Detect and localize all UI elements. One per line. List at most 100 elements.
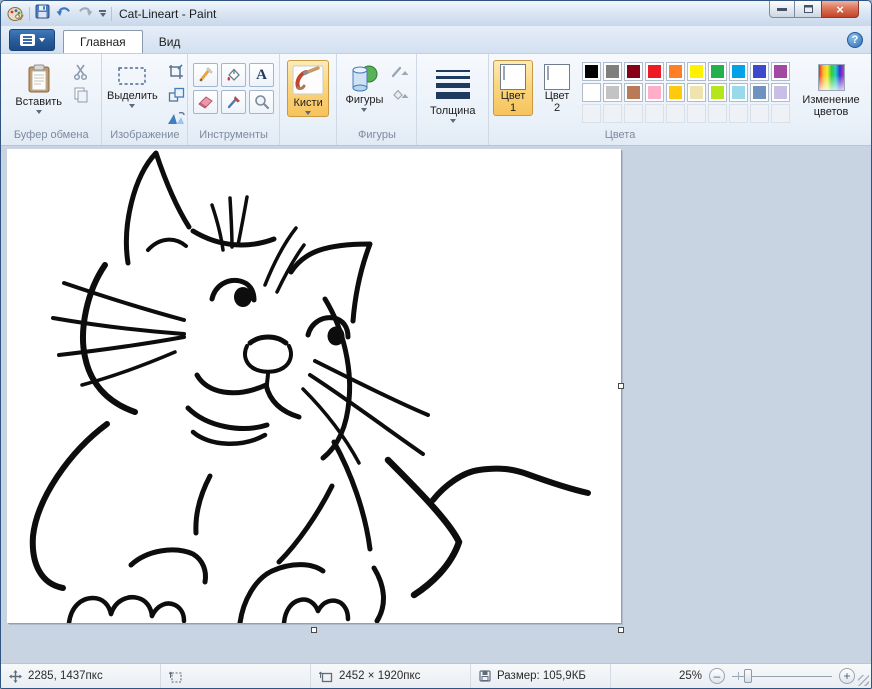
palette-swatch-empty[interactable] bbox=[666, 104, 685, 123]
text-tool[interactable]: A bbox=[249, 63, 274, 87]
chevron-down-icon bbox=[450, 119, 456, 123]
palette-swatch[interactable] bbox=[666, 62, 685, 81]
group-brushes: Кисти bbox=[280, 54, 338, 145]
palette-swatch-empty[interactable] bbox=[750, 104, 769, 123]
drawing-canvas[interactable] bbox=[7, 149, 621, 623]
shapes-button[interactable]: Фигуры bbox=[341, 60, 389, 114]
group-label: Буфер обмена bbox=[1, 128, 101, 145]
palette-swatch[interactable] bbox=[603, 62, 622, 81]
group-label: Инструменты bbox=[188, 128, 278, 145]
group-colors: Цвет1 Цвет2 Изменение цветов Цвета bbox=[489, 54, 871, 145]
resize-handle-right[interactable] bbox=[618, 383, 624, 389]
resize-button[interactable] bbox=[166, 85, 188, 105]
palette-swatch-empty[interactable] bbox=[645, 104, 664, 123]
palette-swatch[interactable] bbox=[666, 83, 685, 102]
palette-swatch-empty[interactable] bbox=[687, 104, 706, 123]
palette-swatch[interactable] bbox=[624, 83, 643, 102]
shape-outline-button[interactable] bbox=[391, 62, 413, 82]
palette-swatch[interactable] bbox=[624, 62, 643, 81]
copy-button[interactable] bbox=[70, 85, 92, 105]
palette-swatch-empty[interactable] bbox=[603, 104, 622, 123]
paint-menu-button[interactable] bbox=[9, 29, 55, 51]
palette-swatch-empty[interactable] bbox=[729, 104, 748, 123]
divider bbox=[111, 7, 112, 21]
palette-swatch[interactable] bbox=[729, 83, 748, 102]
magnifier-tool[interactable] bbox=[249, 90, 274, 114]
fill-tool[interactable] bbox=[221, 63, 246, 87]
redo-button[interactable] bbox=[77, 5, 94, 23]
zoom-segment: 25% – + bbox=[671, 664, 871, 688]
cut-button[interactable] bbox=[70, 62, 92, 82]
group-label bbox=[280, 128, 337, 145]
selection-size-segment bbox=[161, 664, 311, 688]
select-button[interactable]: Выделить bbox=[102, 60, 163, 110]
select-icon bbox=[117, 64, 147, 88]
paste-button[interactable]: Вставить bbox=[10, 60, 67, 116]
clipboard-icon bbox=[26, 64, 52, 94]
rotate-button[interactable] bbox=[166, 108, 188, 128]
chevron-down-icon bbox=[36, 110, 42, 114]
cursor-position-icon bbox=[9, 670, 22, 683]
restore-button[interactable] bbox=[795, 1, 821, 18]
size-button[interactable]: Толщина bbox=[425, 60, 481, 125]
customize-qat-dropdown[interactable] bbox=[99, 10, 106, 17]
status-bar: 2285, 1437пкс 2452 × 1920пкс Размер: 105… bbox=[1, 663, 871, 688]
cursor-position-segment: 2285, 1437пкс bbox=[1, 664, 161, 688]
undo-button[interactable] bbox=[55, 5, 72, 23]
color2-button[interactable]: Цвет2 bbox=[537, 60, 577, 116]
resize-grip[interactable] bbox=[858, 675, 869, 686]
cursor-position-value: 2285, 1437пкс bbox=[28, 670, 103, 682]
tab-home[interactable]: Главная bbox=[63, 30, 143, 53]
save-button[interactable] bbox=[35, 4, 50, 24]
palette-swatch[interactable] bbox=[729, 62, 748, 81]
zoom-slider-thumb[interactable] bbox=[744, 669, 752, 683]
palette-swatch[interactable] bbox=[687, 83, 706, 102]
palette-swatch[interactable] bbox=[708, 62, 727, 81]
eraser-tool[interactable] bbox=[193, 90, 218, 114]
palette-swatch[interactable] bbox=[750, 83, 769, 102]
zoom-slider[interactable] bbox=[732, 669, 832, 683]
quick-access-toolbar bbox=[7, 4, 112, 24]
file-size-icon bbox=[479, 670, 491, 682]
chevron-down-icon bbox=[305, 111, 311, 115]
resize-handle-corner[interactable] bbox=[618, 627, 624, 633]
selection-size-icon bbox=[169, 670, 183, 683]
palette-swatch-empty[interactable] bbox=[771, 104, 790, 123]
canvas-size-icon bbox=[319, 670, 333, 683]
brushes-button[interactable]: Кисти bbox=[287, 60, 329, 117]
palette-swatch[interactable] bbox=[645, 83, 664, 102]
palette-swatch-empty[interactable] bbox=[624, 104, 643, 123]
palette-swatch[interactable] bbox=[687, 62, 706, 81]
palette-swatch[interactable] bbox=[708, 83, 727, 102]
color-picker-tool[interactable] bbox=[221, 90, 246, 114]
palette-swatch[interactable] bbox=[582, 62, 601, 81]
edit-colors-button[interactable]: Изменение цветов bbox=[795, 60, 867, 120]
close-button[interactable]: × bbox=[821, 1, 859, 18]
paint-app-icon[interactable] bbox=[7, 6, 24, 22]
palette-swatch[interactable] bbox=[603, 83, 622, 102]
zoom-out-button[interactable]: – bbox=[709, 668, 725, 684]
palette-swatch-empty[interactable] bbox=[708, 104, 727, 123]
zoom-in-button[interactable]: + bbox=[839, 668, 855, 684]
color1-button[interactable]: Цвет1 bbox=[493, 60, 533, 116]
shape-fill-button[interactable] bbox=[391, 85, 413, 105]
palette-swatch[interactable] bbox=[645, 62, 664, 81]
palette-swatch[interactable] bbox=[750, 62, 769, 81]
zoom-value: 25% bbox=[679, 670, 702, 682]
slider-tick bbox=[738, 672, 739, 680]
tab-view[interactable]: Вид bbox=[143, 30, 197, 53]
color2-swatch bbox=[547, 66, 549, 80]
minimize-button[interactable] bbox=[769, 1, 795, 18]
pencil-tool[interactable] bbox=[193, 63, 218, 87]
canvas-size-value: 2452 × 1920пкс bbox=[339, 670, 420, 682]
group-label bbox=[417, 128, 488, 145]
palette-swatch[interactable] bbox=[771, 83, 790, 102]
help-icon[interactable]: ? bbox=[847, 32, 863, 48]
shapes-icon bbox=[349, 64, 379, 92]
palette-swatch[interactable] bbox=[582, 83, 601, 102]
resize-handle-bottom[interactable] bbox=[311, 627, 317, 633]
palette-swatch[interactable] bbox=[771, 62, 790, 81]
crop-button[interactable] bbox=[166, 62, 188, 82]
palette-swatch-empty[interactable] bbox=[582, 104, 601, 123]
edit-colors-icon bbox=[818, 64, 845, 91]
